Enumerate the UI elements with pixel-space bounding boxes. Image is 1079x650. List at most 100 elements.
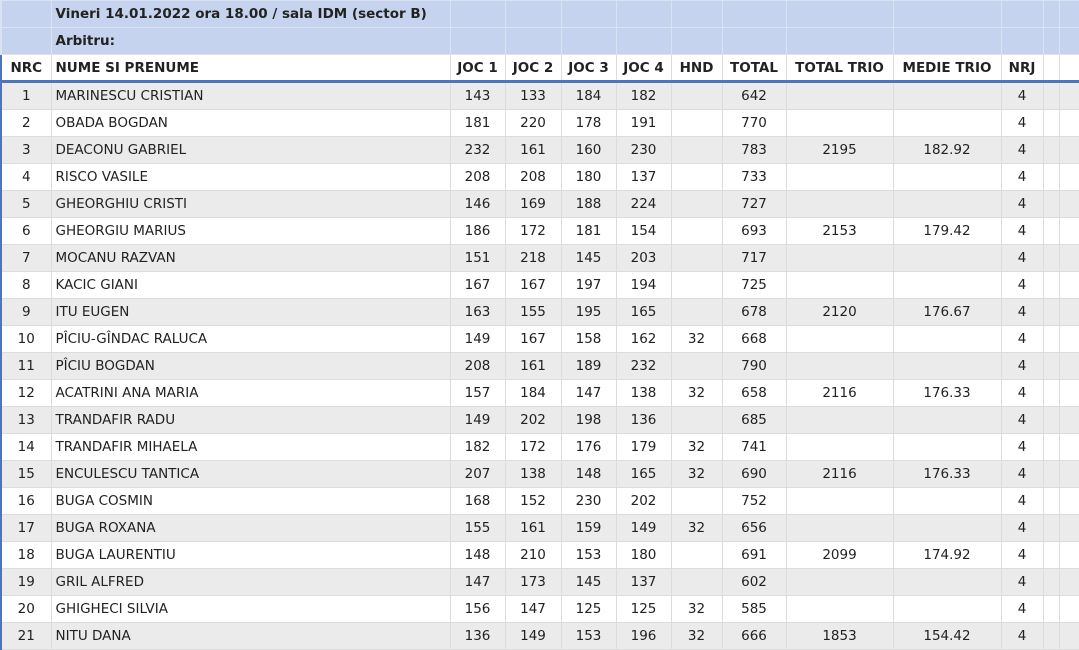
cell-empty [1058, 244, 1079, 272]
cell-hnd: 32 [670, 460, 723, 488]
cell-empty [1058, 487, 1079, 515]
header-joc-4[interactable]: JOC 4 [615, 54, 672, 83]
cell-name: GRIL ALFRED [50, 568, 451, 596]
table-row[interactable]: 16 BUGA COSMIN 168 152 230 202 752 4 [0, 487, 1079, 515]
header-joc-1[interactable]: JOC 1 [449, 54, 506, 83]
table-row[interactable]: 12 ACATRINI ANA MARIA 157 184 147 138 32 658 211… [0, 379, 1079, 407]
header-total-trio[interactable]: TOTAL TRIO [785, 54, 894, 83]
cell-total: 783 [721, 136, 787, 164]
cell-hnd [670, 406, 723, 434]
header-nrj[interactable]: NRJ [1000, 54, 1044, 83]
cell-joc-1: 181 [449, 109, 506, 137]
cell-joc-2: 173 [504, 568, 562, 596]
table-row[interactable]: 5 GHEORGHIU CRISTI 146 169 188 224 727 4 [0, 190, 1079, 218]
results-table: Vineri 14.01.2022 ora 18.00 / sala IDM (… [0, 0, 1079, 650]
cell-joc-3: 197 [560, 271, 617, 299]
cell-medie-trio: 179.42 [892, 217, 1002, 245]
cell-total-trio: 2120 [785, 298, 894, 326]
cell-nrc: 5 [0, 190, 52, 218]
cell-joc-4: 203 [615, 244, 672, 272]
cell-empty [1042, 244, 1060, 272]
header-joc-2[interactable]: JOC 2 [504, 54, 562, 83]
cell-total: 752 [721, 487, 787, 515]
cell-empty [1042, 81, 1060, 110]
cell-nrj: 4 [1000, 541, 1044, 569]
cell-medie-trio [892, 163, 1002, 191]
cell-hnd [670, 298, 723, 326]
table-row[interactable]: 10 PÎCIU-GÎNDAC RALUCA 149 167 158 162 32 668 4 [0, 325, 1079, 353]
cell-joc-1: 168 [449, 487, 506, 515]
cell-hnd [670, 487, 723, 515]
table-row[interactable]: 14 TRANDAFIR MIHAELA 182 172 176 179 32 741 4 [0, 433, 1079, 461]
cell-total: 733 [721, 163, 787, 191]
table-row[interactable]: 3 DEACONU GABRIEL 232 161 160 230 783 2195 182.9… [0, 136, 1079, 164]
cell-hnd [670, 352, 723, 380]
header-hnd[interactable]: HND [670, 54, 723, 83]
cell-name: BUGA COSMIN [50, 487, 451, 515]
header-total[interactable]: TOTAL [721, 54, 787, 83]
cell-nrc: 15 [0, 460, 52, 488]
cell-joc-1: 182 [449, 433, 506, 461]
table-row[interactable]: 18 BUGA LAURENTIU 148 210 153 180 691 2099 174.9… [0, 541, 1079, 569]
table-row[interactable]: 6 GHEORGIU MARIUS 186 172 181 154 693 2153 179.4… [0, 217, 1079, 245]
cell-medie-trio [892, 244, 1002, 272]
cell-medie-trio [892, 568, 1002, 596]
cell-total-trio [785, 433, 894, 461]
cell-nrc: 9 [0, 298, 52, 326]
header-row: NRC NUME SI PRENUME JOC 1 JOC 2 JOC 3 JO… [0, 54, 1079, 83]
cell-medie-trio [892, 433, 1002, 461]
table-row[interactable]: 4 RISCO VASILE 208 208 180 137 733 4 [0, 163, 1079, 191]
cell-joc-4: 224 [615, 190, 672, 218]
cell-medie-trio [892, 190, 1002, 218]
table-row[interactable]: 15 ENCULESCU TANTICA 207 138 148 165 32 690 2116… [0, 460, 1079, 488]
header-name[interactable]: NUME SI PRENUME [50, 54, 451, 83]
cell-joc-2: 155 [504, 298, 562, 326]
cell-empty [1058, 271, 1079, 299]
cell-total: 790 [721, 352, 787, 380]
cell-hnd [670, 568, 723, 596]
cell-joc-2: 167 [504, 271, 562, 299]
cell-total-trio: 2116 [785, 460, 894, 488]
cell-joc-4: 138 [615, 379, 672, 407]
table-row[interactable]: 13 TRANDAFIR RADU 149 202 198 136 685 4 [0, 406, 1079, 434]
cell-empty [1058, 514, 1079, 542]
cell-name: BUGA LAURENTIU [50, 541, 451, 569]
cell-nrj: 4 [1000, 622, 1044, 650]
cell-joc-2: 147 [504, 595, 562, 623]
cell-joc-4: 194 [615, 271, 672, 299]
cell-total: 642 [721, 81, 787, 110]
cell-empty [1042, 460, 1060, 488]
table-row[interactable]: 19 GRIL ALFRED 147 173 145 137 602 4 [0, 568, 1079, 596]
table-row[interactable]: 7 MOCANU RAZVAN 151 218 145 203 717 4 [0, 244, 1079, 272]
table-row[interactable]: 1 MARINESCU CRISTIAN 143 133 184 182 642 4 [0, 81, 1079, 110]
cell-joc-1: 146 [449, 190, 506, 218]
cell-nrc: 19 [0, 568, 52, 596]
cell-empty [1058, 406, 1079, 434]
cell-total-trio [785, 244, 894, 272]
cell-medie-trio [892, 81, 1002, 110]
cell-hnd [670, 136, 723, 164]
cell-empty [1058, 298, 1079, 326]
table-row[interactable]: 2 OBADA BOGDAN 181 220 178 191 770 4 [0, 109, 1079, 137]
table-row[interactable]: 17 BUGA ROXANA 155 161 159 149 32 656 4 [0, 514, 1079, 542]
cell-total-trio: 2195 [785, 136, 894, 164]
cell-medie-trio [892, 352, 1002, 380]
cell-nrc: 2 [0, 109, 52, 137]
table-row[interactable]: 9 ITU EUGEN 163 155 195 165 678 2120 176.67 4 [0, 298, 1079, 326]
cell-total-trio: 2099 [785, 541, 894, 569]
cell-joc-3: 148 [560, 460, 617, 488]
cell-total: 666 [721, 622, 787, 650]
table-row[interactable]: 11 PÎCIU BOGDAN 208 161 189 232 790 4 [0, 352, 1079, 380]
cell-hnd: 32 [670, 433, 723, 461]
cell-medie-trio: 176.33 [892, 460, 1002, 488]
cell-joc-2: 218 [504, 244, 562, 272]
header-joc-3[interactable]: JOC 3 [560, 54, 617, 83]
table-row[interactable]: 8 KACIC GIANI 167 167 197 194 725 4 [0, 271, 1079, 299]
cell-empty [1058, 190, 1079, 218]
table-row[interactable]: 21 NITU DANA 136 149 153 196 32 666 1853 154.42 4 [0, 622, 1079, 650]
header-nrc[interactable]: NRC [0, 54, 52, 83]
cell-joc-2: 152 [504, 487, 562, 515]
table-row[interactable]: 20 GHIGHECI SILVIA 156 147 125 125 32 585 4 [0, 595, 1079, 623]
cell-total-trio [785, 352, 894, 380]
header-medie-trio[interactable]: MEDIE TRIO [892, 54, 1002, 83]
